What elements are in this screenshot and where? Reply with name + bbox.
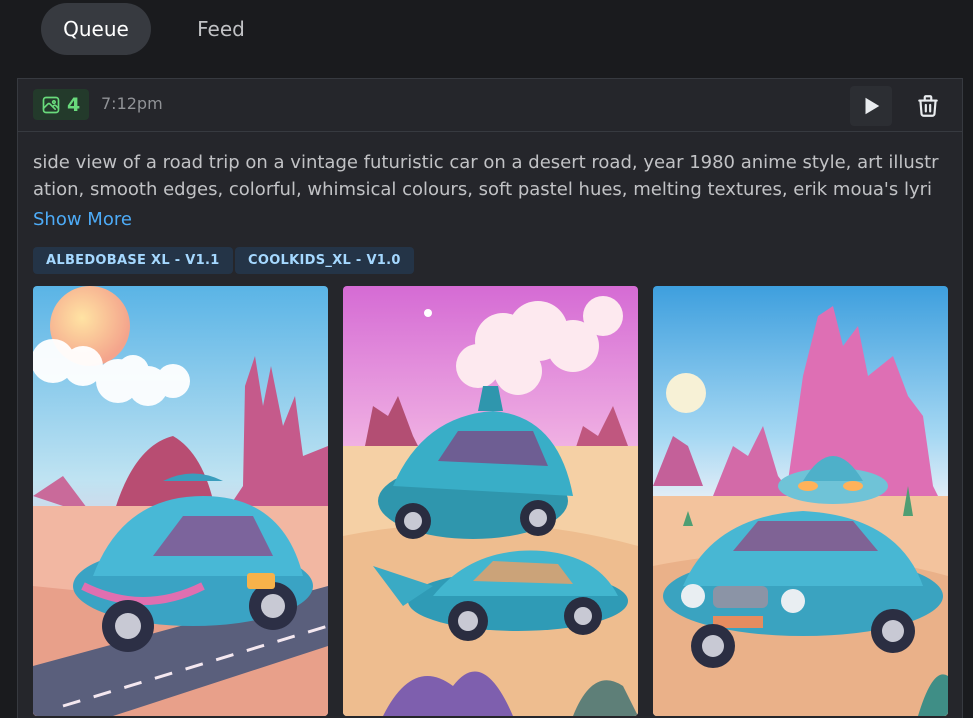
tab-queue[interactable]: Queue xyxy=(41,3,151,55)
model-badge: ALBEDOBASE XL - V1.1 xyxy=(33,247,233,274)
play-icon xyxy=(865,97,880,115)
top-tab-bar: Queue Feed xyxy=(0,0,973,78)
play-button[interactable] xyxy=(850,86,892,126)
job-header: 4 7:12pm xyxy=(18,79,962,132)
prompt-text: side view of a road trip on a vintage fu… xyxy=(33,152,939,200)
queue-job-card: 4 7:12pm side view of a road trip on a v… xyxy=(17,78,963,718)
generated-image-art xyxy=(343,286,638,716)
show-more-link[interactable]: Show More xyxy=(33,209,132,230)
model-badge: COOLKIDS_XL - V1.0 xyxy=(235,247,414,274)
image-count: 4 xyxy=(67,93,81,116)
generated-image[interactable] xyxy=(653,286,948,716)
image-icon xyxy=(42,96,60,113)
tab-feed[interactable]: Feed xyxy=(175,3,267,55)
image-count-badge: 4 xyxy=(33,89,89,120)
generated-image[interactable] xyxy=(343,286,638,716)
generated-image-art xyxy=(33,286,328,716)
generated-image-art xyxy=(653,286,948,716)
generated-image[interactable] xyxy=(33,286,328,716)
delete-button[interactable] xyxy=(907,86,949,126)
trash-icon xyxy=(918,95,938,117)
job-time: 7:12pm xyxy=(101,94,163,113)
